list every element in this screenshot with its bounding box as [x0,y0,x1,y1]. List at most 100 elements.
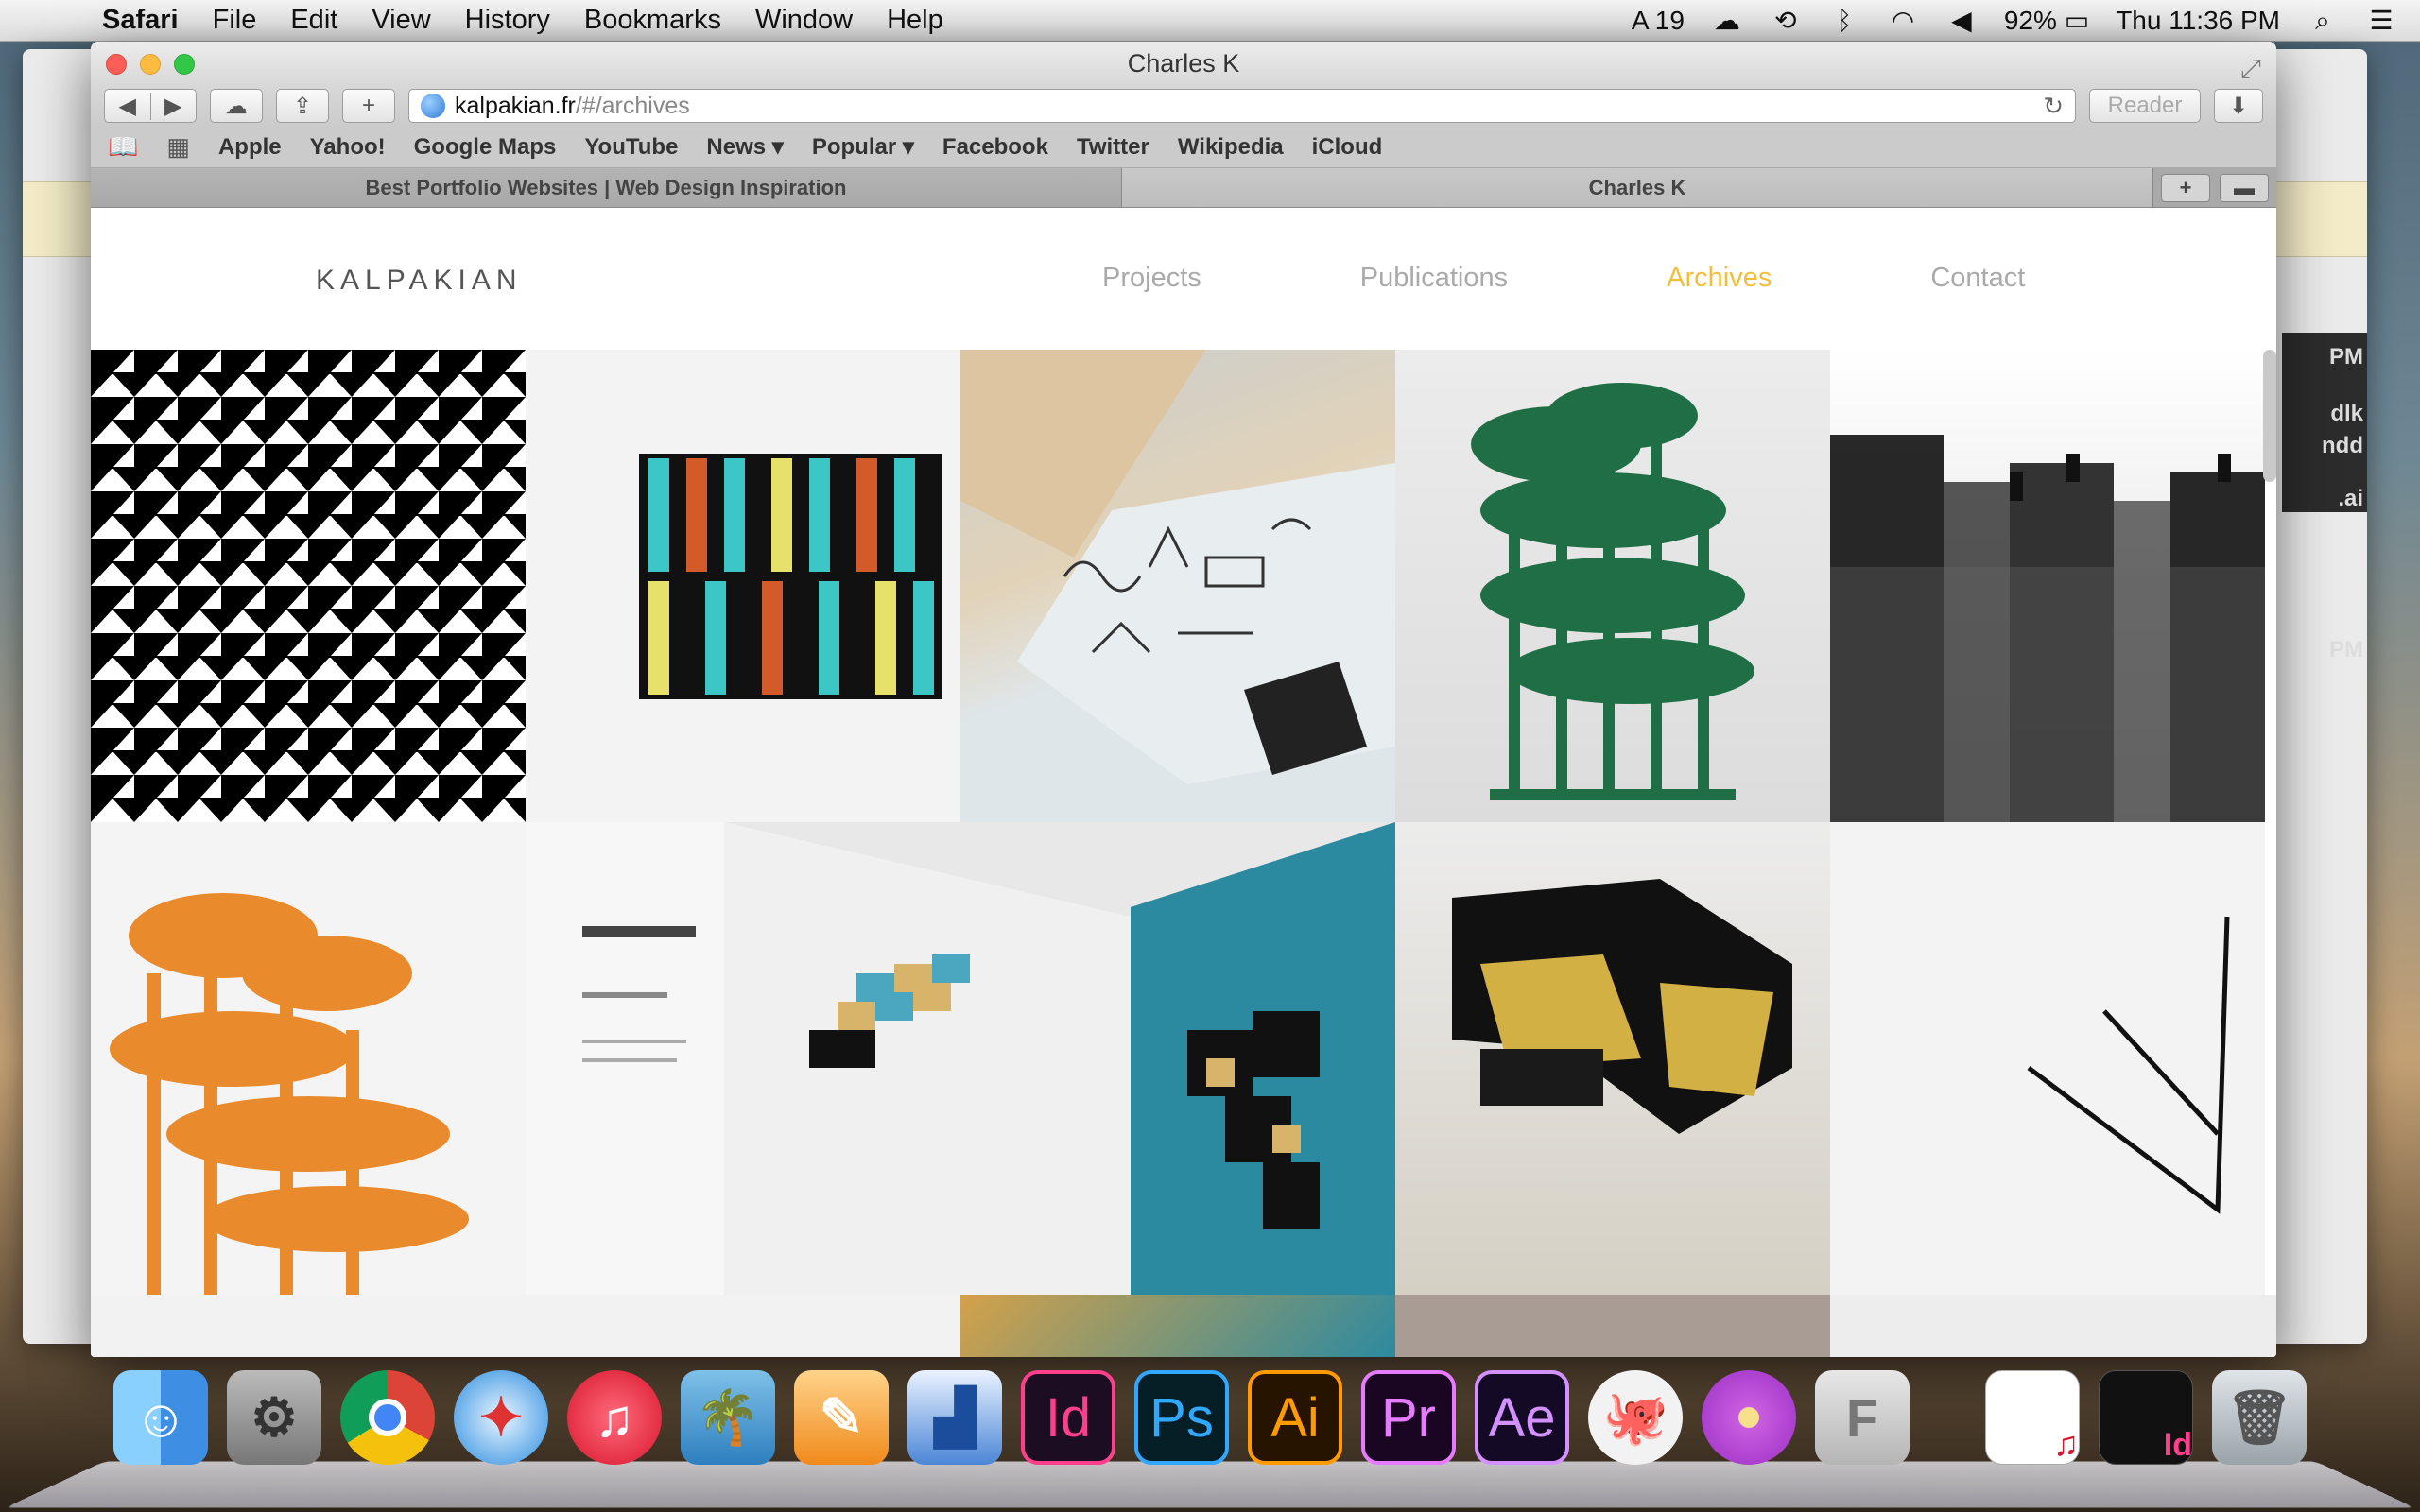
minimized-window-spreadsheet-icon[interactable]: ♫ [1985,1370,2080,1465]
chrome-center [369,1399,406,1436]
reload-icon[interactable]: ↻ [2043,92,2064,121]
archive-thumbnail-partial[interactable] [1395,1295,1830,1357]
bookmark-icloud[interactable]: iCloud [1312,134,1383,161]
reading-list-icon[interactable]: 📖 [108,132,138,162]
safari-icon[interactable]: ✦ [454,1370,548,1465]
forward-button[interactable]: ▶ [151,93,197,120]
address-bar[interactable]: kalpakian.fr/#/archives ↻ [408,89,2076,123]
flower-app-icon[interactable] [1702,1370,1796,1465]
reader-button[interactable]: Reader [2089,89,2201,123]
site-header: KALPAKIAN Projects Publications Archives… [91,208,2276,350]
menu-help[interactable]: Help [887,5,943,36]
archive-thumbnail-sketches[interactable] [960,350,1395,822]
back-forward-buttons: ◀ ▶ [104,89,197,123]
github-icon[interactable]: 🐙 [1588,1370,1683,1465]
volume-icon[interactable]: ◀ [1945,7,1978,34]
app-menu-safari[interactable]: Safari [102,5,179,36]
archive-thumbnail-green-trees[interactable] [1395,350,1830,822]
adobe-icon: A [1631,5,1648,35]
menu-view[interactable]: View [372,5,430,36]
battery-icon: ▭ [2064,6,2090,35]
new-tab-button[interactable]: + [342,89,395,123]
battery-status[interactable]: 92% ▭ [2004,5,2089,36]
back-button[interactable]: ◀ [105,92,151,120]
pages-icon[interactable]: ✎ [794,1370,889,1465]
tab-tools: + ▬ [2153,168,2276,207]
cloud-icon: ☁ [225,93,248,119]
photoshop-icon[interactable]: Ps [1134,1370,1229,1465]
page-scrollbar[interactable] [2263,350,2276,482]
share-button[interactable]: ⇪ [276,89,329,123]
bookmark-twitter[interactable]: Twitter [1077,134,1150,161]
chrome-icon[interactable] [340,1370,435,1465]
bookmark-youtube[interactable]: YouTube [584,134,678,161]
indesign-icon[interactable]: Id [1021,1370,1115,1465]
archive-thumbnail-pattern[interactable] [91,350,526,822]
zoom-window-button[interactable] [174,54,195,75]
site-logo[interactable]: KALPAKIAN [316,265,523,297]
bookmark-news[interactable]: News ▾ [706,133,783,161]
window-controls [106,54,195,75]
itunes-icon[interactable]: ♫ [567,1370,662,1465]
font-book-icon[interactable]: F [1815,1370,1910,1465]
after-effects-icon[interactable]: Ae [1475,1370,1569,1465]
tab-overview-icon[interactable]: ▬ [2220,173,2269,202]
trash-icon[interactable]: 🗑 [2212,1370,2307,1465]
menu-edit[interactable]: Edit [290,5,337,36]
downloads-button[interactable]: ⬇ [2214,89,2263,123]
bookmark-facebook[interactable]: Facebook [942,134,1048,161]
top-sites-grid-icon[interactable]: ▦ [166,132,190,162]
archive-thumbnail-partial[interactable] [1830,1295,2276,1357]
nav-publications[interactable]: Publications [1360,263,1508,294]
system-preferences-icon[interactable]: ⚙ [227,1370,321,1465]
menu-file[interactable]: File [213,5,257,36]
notification-center-icon[interactable]: ☰ [2365,7,2397,34]
bluetooth-icon[interactable]: ᛒ [1828,7,1860,34]
bookmark-yahoo[interactable]: Yahoo! [310,134,386,161]
time-machine-icon[interactable]: ⟲ [1770,7,1802,34]
minimize-window-button[interactable] [140,54,161,75]
nav-archives[interactable]: Archives [1667,263,1772,294]
wifi-icon[interactable]: ◠ [1887,7,1919,34]
tab-best-portfolio[interactable]: Best Portfolio Websites | Web Design Ins… [91,168,1122,207]
url-path: /#/archives [575,92,690,119]
archive-thumbnail-orange-trees[interactable] [91,822,526,1295]
background-side-text: PM [2329,637,2363,662]
archive-thumbnail-partial[interactable] [960,1295,1395,1357]
bookmark-google-maps[interactable]: Google Maps [414,134,557,161]
icloud-tabs-button[interactable]: ☁ [210,89,263,123]
archive-grid-next-row [91,1295,2276,1357]
archive-thumbnail-bw-city[interactable] [1830,350,2265,822]
bookmark-wikipedia[interactable]: Wikipedia [1178,134,1284,161]
adobe-status-item[interactable]: A 19 [1632,6,1685,36]
close-window-button[interactable] [106,54,127,75]
archive-thumbnail-exhibition-room[interactable] [526,822,1395,1295]
menu-window[interactable]: Window [755,5,853,36]
cloud-sync-icon[interactable]: ☁ [1711,7,1743,34]
archive-thumbnail-partial[interactable] [91,1295,960,1357]
bookmark-apple[interactable]: Apple [218,134,282,161]
minimized-window-indesign-icon[interactable]: Id [2099,1370,2193,1465]
archive-thumbnail-minimal-lines[interactable] [1830,822,2265,1295]
archive-thumbnail-shelf-yellow[interactable] [1395,822,1830,1295]
menu-bookmarks[interactable]: Bookmarks [584,5,721,36]
premiere-icon[interactable]: Pr [1361,1370,1456,1465]
fullscreen-icon[interactable]: ⤢ [2240,47,2261,91]
dock-shelf [5,1461,2415,1508]
new-tab-plus-icon[interactable]: + [2161,173,2210,202]
tab-charles-k[interactable]: Charles K [1122,168,2153,207]
finder-icon[interactable]: ☺ [113,1370,208,1465]
archive-thumbnail-shelf-colored[interactable] [526,350,960,822]
status-area: A 19 ☁ ⟲ ᛒ ◠ ◀ 92% ▭ Thu 11:36 PM ⌕ ☰ [1632,5,2397,36]
bookmark-popular[interactable]: Popular ▾ [812,133,914,161]
plus-icon: + [361,93,375,118]
iphoto-icon[interactable]: 🌴 [681,1370,775,1465]
clock[interactable]: Thu 11:36 PM [2116,6,2280,36]
illustrator-icon[interactable]: Ai [1248,1370,1342,1465]
spotlight-search-icon[interactable]: ⌕ [2307,7,2339,34]
menu-history[interactable]: History [465,5,550,36]
keynote-icon[interactable]: ▟ [908,1370,1002,1465]
toolbar: ◀ ▶ ☁ ⇪ + kalpakian.fr/#/archives ↻ Read… [91,85,2276,127]
nav-projects[interactable]: Projects [1102,263,1201,294]
nav-contact[interactable]: Contact [1930,263,2025,294]
